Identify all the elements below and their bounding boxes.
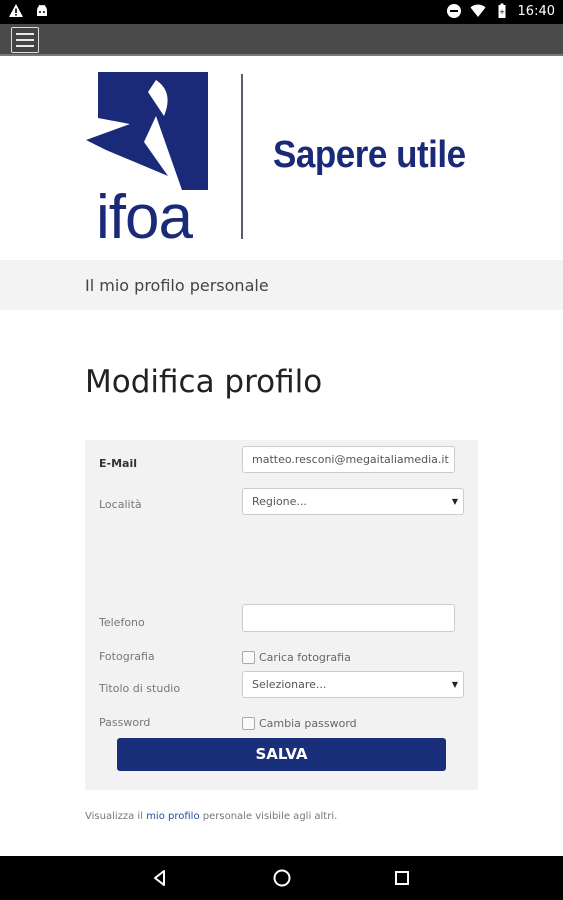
home-icon[interactable] <box>270 866 294 890</box>
cambia-password-label: Cambia password <box>259 717 357 730</box>
localita-label: Località <box>99 498 142 511</box>
ifoa-logo[interactable]: ifoa <box>86 72 212 240</box>
breadcrumb: Il mio profilo personale <box>0 260 563 310</box>
regione-select-value: Regione... <box>252 495 307 508</box>
titolo-studio-select[interactable]: Selezionare... ▼ <box>242 671 464 698</box>
clock: 16:40 <box>517 3 555 19</box>
footer-note: Visualizza il mio profilo personale visi… <box>85 811 337 822</box>
back-icon[interactable] <box>148 866 172 890</box>
status-bar: + 16:40 <box>0 0 563 24</box>
carica-fotografia-label: Carica fotografia <box>259 651 351 664</box>
svg-text:+: + <box>499 8 505 16</box>
chevron-down-icon: ▼ <box>451 497 458 506</box>
chevron-down-icon: ▼ <box>451 680 458 689</box>
carica-fotografia-option[interactable]: Carica fotografia <box>242 651 351 664</box>
email-field[interactable]: matteo.resconi@megaitaliamedia.it <box>242 446 455 473</box>
carica-fotografia-checkbox[interactable] <box>242 651 255 664</box>
email-label: E-Mail <box>99 457 137 470</box>
telefono-field[interactable] <box>242 604 455 632</box>
top-toolbar <box>0 24 563 56</box>
cambia-password-option[interactable]: Cambia password <box>242 717 357 730</box>
do-not-disturb-icon <box>446 4 461 18</box>
cambia-password-checkbox[interactable] <box>242 717 255 730</box>
battery-icon: + <box>498 3 506 18</box>
breadcrumb-text: Il mio profilo personale <box>85 276 269 295</box>
titolo-studio-select-value: Selezionare... <box>252 678 327 691</box>
logo-area: ifoa Sapere utile <box>0 56 563 260</box>
fotografia-label: Fotografia <box>99 650 155 663</box>
logo-divider <box>241 74 243 239</box>
telefono-label: Telefono <box>99 616 145 629</box>
mio-profilo-link[interactable]: mio profilo <box>146 811 199 822</box>
navigation-bar <box>0 856 563 900</box>
footer-prefix: Visualizza il <box>85 811 143 822</box>
svg-text:ifoa: ifoa <box>96 183 193 240</box>
recents-icon[interactable] <box>390 866 414 890</box>
profile-form: E-Mail matteo.resconi@megaitaliamedia.it… <box>85 440 478 790</box>
footer-suffix: personale visibile agli altri. <box>202 811 338 822</box>
page-title: Modifica profilo <box>85 364 323 400</box>
password-label: Password <box>99 716 151 729</box>
tagline: Sapere utile <box>273 134 466 176</box>
android-icon <box>37 4 47 16</box>
save-button[interactable]: SALVA <box>117 738 446 771</box>
titolo-studio-label: Titolo di studio <box>99 682 181 695</box>
hamburger-menu-icon[interactable] <box>11 27 39 53</box>
warning-icon <box>9 4 23 17</box>
regione-select[interactable]: Regione... ▼ <box>242 488 464 515</box>
wifi-icon <box>470 4 486 17</box>
